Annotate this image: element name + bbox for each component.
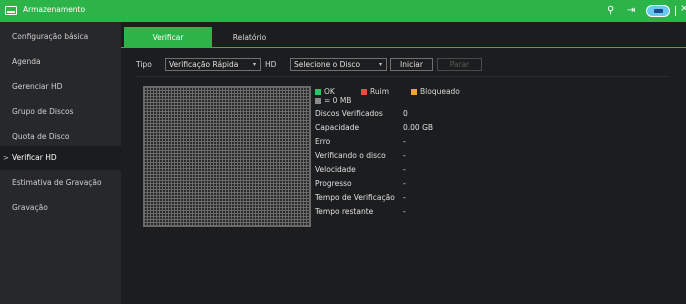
hd-label: HD [265,60,277,69]
ok-legend-label: OK [324,87,335,96]
start-button[interactable]: Iniciar [390,58,433,71]
sidebar-item-gravacao[interactable]: Gravação [0,196,121,220]
sidebar: Configuração básica Agenda Gerenciar HD … [0,22,121,304]
disk-sector-map [143,86,311,227]
info-value-progresso: - [403,179,406,188]
ok-legend-icon [315,89,321,95]
bloqueado-legend-label: Bloqueado [420,87,460,96]
unit-legend-icon [315,98,321,104]
sidebar-item-label: Gerenciar HD [12,82,63,91]
info-label-discos-verificados: Discos Verificados [315,109,383,118]
title-divider [675,6,676,16]
sidebar-item-estimativa-de-gravacao[interactable]: Estimativa de Gravação [0,171,121,195]
info-value-tempo-verificacao: - [403,193,406,202]
sidebar-item-label: Verificar HD [12,153,57,162]
sidebar-item-gerenciar-hd[interactable]: Gerenciar HD [0,75,121,99]
bloqueado-legend-icon [411,89,417,95]
info-label-erro: Erro [315,137,331,146]
info-value-discos-verificados: 0 [403,109,408,118]
sidebar-item-label: Quota de Disco [12,132,70,141]
tipo-value: Verificação Rápida [169,60,239,69]
sidebar-item-configuracao-basica[interactable]: Configuração básica [0,25,121,49]
user-icon[interactable]: ⚲ [607,4,614,18]
sidebar-item-verificar-hd[interactable]: > Verificar HD [0,146,121,170]
tipo-label: Tipo [136,60,152,69]
close-icon[interactable]: × [680,3,686,14]
title-bar: Armazenamento ⚲ ⇥ × [0,0,686,22]
info-label-velocidade: Velocidade [315,165,356,174]
sidebar-item-agenda[interactable]: Agenda [0,50,121,74]
storage-icon [5,6,17,15]
hd-value: Selecione o Disco [294,60,361,69]
chevron-down-icon: ▾ [378,61,382,68]
main-panel: Verificar Relatório Tipo Verificação Ráp… [121,22,686,304]
ruim-legend-label: Ruim [370,87,390,96]
tipo-select[interactable]: Verificação Rápida ▾ [165,58,261,71]
chevron-right-icon: > [3,154,9,162]
stop-button[interactable]: Parar [437,58,482,71]
divider [135,76,669,77]
info-value-verificando: - [403,151,406,160]
info-value-capacidade: 0.00 GB [403,123,434,132]
info-value-velocidade: - [403,165,406,174]
exit-icon[interactable]: ⇥ [627,4,635,18]
sidebar-item-label: Gravação [12,203,48,212]
sidebar-item-label: Agenda [12,57,41,66]
tab-bar: Verificar Relatório [121,22,686,48]
status-pill-icon[interactable] [646,5,670,17]
sidebar-item-grupo-de-discos[interactable]: Grupo de Discos [0,100,121,124]
tab-verificar[interactable]: Verificar [124,27,212,48]
hd-select[interactable]: Selecione o Disco ▾ [290,58,387,71]
info-label-progresso: Progresso [315,179,352,188]
info-value-erro: - [403,137,406,146]
sidebar-item-label: Configuração básica [12,32,89,41]
info-label-capacidade: Capacidade [315,123,360,132]
info-label-tempo-restante: Tempo restante [315,207,374,216]
storage-window: Armazenamento ⚲ ⇥ × Configuração básica … [0,0,686,304]
unit-legend-label: = 0 MB [324,96,352,105]
sidebar-item-label: Estimativa de Gravação [12,178,102,187]
window-title: Armazenamento [23,5,86,14]
chevron-down-icon: ▾ [252,61,256,68]
ruim-legend-icon [361,89,367,95]
info-label-tempo-verificacao: Tempo de Verificação [315,193,395,202]
info-value-tempo-restante: - [403,207,406,216]
sidebar-item-label: Grupo de Discos [12,107,74,116]
info-label-verificando: Verificando o disco [315,151,386,160]
tab-relatorio[interactable]: Relatório [212,27,287,48]
